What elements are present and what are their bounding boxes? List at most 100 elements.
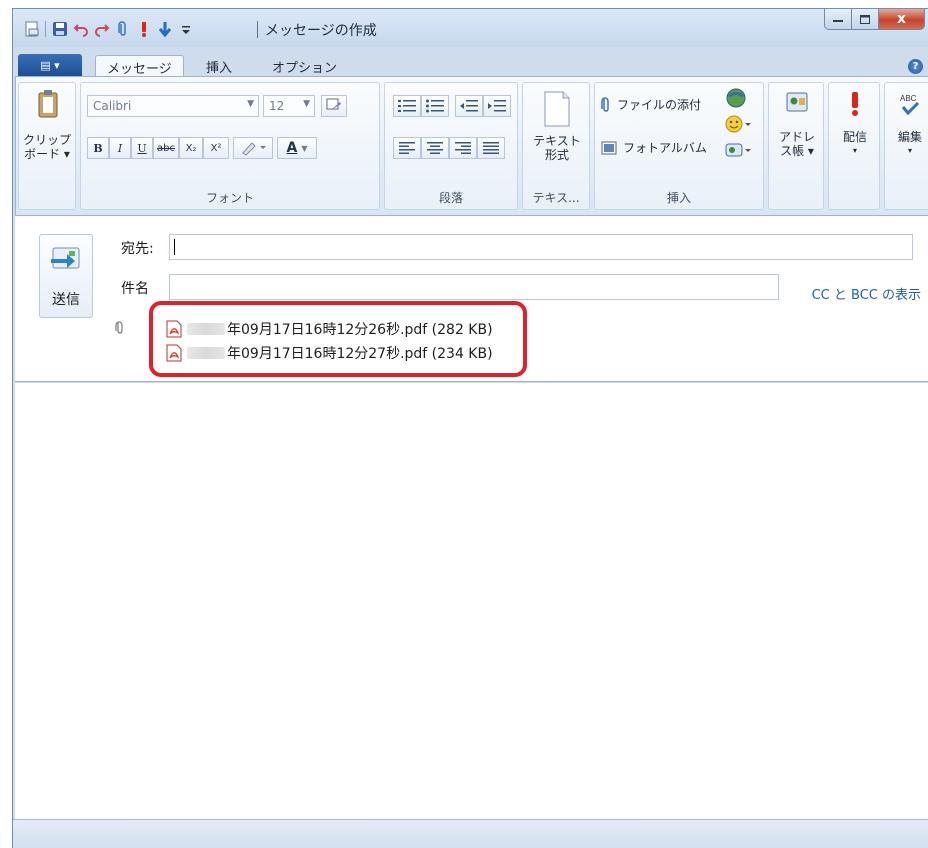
emoticon-icon <box>725 115 751 133</box>
close-button[interactable]: x <box>879 9 925 30</box>
align-center-button[interactable] <box>421 137 449 159</box>
high-priority-icon[interactable] <box>133 19 154 39</box>
superscript-button[interactable]: X² <box>203 137 229 159</box>
text-format-label-1: テキスト <box>533 134 581 148</box>
send-button[interactable]: 送信 <box>39 234 93 318</box>
message-body[interactable] <box>15 383 928 826</box>
text-format-group: テキスト 形式 テキス... <box>522 82 590 210</box>
address-book-button[interactable]: アドレ ス帳 ▾ <box>773 91 821 158</box>
paragraph-group: 段落 <box>384 82 518 210</box>
attach-file-label: ファイルの添付 <box>617 98 702 112</box>
text-style-icon <box>326 98 341 110</box>
numbered-list-icon <box>398 100 416 112</box>
undo-icon[interactable] <box>70 19 91 39</box>
quick-access-toolbar <box>21 18 196 40</box>
clipboard-icon <box>38 90 58 118</box>
insert-signature-button[interactable] <box>725 141 751 162</box>
text-cursor <box>174 239 175 255</box>
to-field[interactable] <box>169 234 913 260</box>
chevron-down-icon: ▼ <box>303 99 310 109</box>
customize-icon[interactable] <box>175 19 196 39</box>
numbered-list-button[interactable] <box>393 95 421 117</box>
paragraph-group-label: 段落 <box>438 191 463 205</box>
font-color-icon: A <box>286 140 298 156</box>
paste-button[interactable] <box>29 89 67 122</box>
subscript-button[interactable]: X₂ <box>179 137 203 159</box>
bullet-list-button[interactable] <box>421 95 449 117</box>
ribbon: クリップ ボード ▾ Calibri ▼ 12 ▼ B I U abc X₂ X… <box>15 76 928 216</box>
deliver-label: 配信 <box>842 130 867 144</box>
font-color-button[interactable]: A ▼ <box>277 137 317 159</box>
send-label: 送信 <box>52 292 80 308</box>
attach-file-button[interactable]: ファイルの添付 <box>601 97 701 113</box>
ribbon-tabs: ▤ ▾ メッセージ 挿入 オプション ? <box>13 47 928 77</box>
globe-icon <box>726 88 746 108</box>
app-menu-button[interactable]: ▤ ▾ <box>18 54 82 76</box>
app-menu-icon: ▤ ▾ <box>40 58 60 72</box>
low-priority-icon[interactable] <box>154 19 175 39</box>
attachment-paperclip-icon <box>115 321 125 338</box>
tab-options[interactable]: オプション <box>261 55 348 77</box>
insert-globe-button[interactable] <box>725 87 747 112</box>
send-icon <box>51 247 80 269</box>
window-title: メッセージの作成 <box>265 23 377 39</box>
tab-message[interactable]: メッセージ <box>95 55 184 77</box>
insert-group-label: 挿入 <box>666 191 691 205</box>
cc-bcc-link[interactable]: CC と BCC の表示 <box>812 284 921 303</box>
edit-button[interactable]: ABC 編集 ▾ <box>889 91 928 158</box>
chevron-down-icon: ▼ <box>247 99 254 109</box>
chevron-down-icon: ▾ <box>907 146 912 155</box>
save-icon[interactable] <box>49 19 70 39</box>
highlight-color-button[interactable] <box>233 137 273 159</box>
underline-button[interactable]: U <box>131 137 153 159</box>
increase-indent-button[interactable] <box>483 95 511 117</box>
edit-label: 編集 <box>897 130 922 144</box>
font-size-value: 12 <box>269 99 285 113</box>
align-left-button[interactable] <box>393 137 421 159</box>
align-center-icon <box>427 142 443 154</box>
justify-icon <box>483 142 499 154</box>
redo-icon[interactable] <box>91 19 112 39</box>
document-icon <box>544 91 570 127</box>
maximize-button[interactable] <box>852 9 879 30</box>
italic-button[interactable]: I <box>109 137 131 159</box>
message-header: 送信 宛先: 件名 CC と BCC の表示 年09月17日16時12分26秒.… <box>15 216 928 382</box>
align-right-button[interactable] <box>449 137 477 159</box>
font-size-select[interactable]: 12 ▼ <box>263 95 315 117</box>
attach-icon[interactable] <box>112 19 133 39</box>
signature-icon <box>725 143 751 157</box>
subject-field[interactable] <box>169 274 779 300</box>
deliver-button[interactable]: 配信 ▾ <box>833 91 877 158</box>
status-bar <box>13 819 928 848</box>
photo-album-button[interactable]: フォトアルバム <box>601 141 707 155</box>
close-icon: x <box>896 11 907 27</box>
bold-button[interactable]: B <box>87 137 109 159</box>
strikethrough-button[interactable]: abc <box>153 137 179 159</box>
font-family-value: Calibri <box>93 99 132 113</box>
tab-insert[interactable]: 挿入 <box>195 55 243 77</box>
chevron-down-icon: ▼ <box>301 143 308 153</box>
highlight-box <box>149 301 527 377</box>
photo-album-label: フォトアルバム <box>623 141 707 155</box>
insert-emoticon-button[interactable] <box>725 115 751 136</box>
address-book-label-1: アドレ <box>778 130 815 144</box>
minimize-button[interactable] <box>824 9 852 30</box>
font-family-select[interactable]: Calibri ▼ <box>87 95 259 117</box>
align-right-icon <box>455 142 471 154</box>
clipboard-button[interactable]: クリップ ボード ▾ <box>19 133 75 161</box>
decrease-indent-button[interactable] <box>455 95 483 117</box>
decrease-indent-icon <box>460 100 478 112</box>
new-message-icon[interactable] <box>21 19 42 39</box>
clipboard-label-1: クリップ <box>22 133 71 147</box>
deliver-group: 配信 ▾ <box>828 82 880 210</box>
spellcheck-icon: ABC <box>900 94 920 116</box>
font-group: Calibri ▼ 12 ▼ B I U abc X₂ X² A ▼ フォント <box>80 82 380 210</box>
text-format-button[interactable]: テキスト 形式 <box>531 91 583 175</box>
clipboard-group: クリップ ボード ▾ <box>18 82 76 210</box>
justify-button[interactable] <box>477 137 505 159</box>
help-icon[interactable]: ? <box>908 59 923 74</box>
align-left-icon <box>399 142 415 154</box>
increase-indent-icon <box>488 100 506 112</box>
grow-font-button[interactable] <box>321 95 347 117</box>
address-book-icon <box>786 92 808 112</box>
